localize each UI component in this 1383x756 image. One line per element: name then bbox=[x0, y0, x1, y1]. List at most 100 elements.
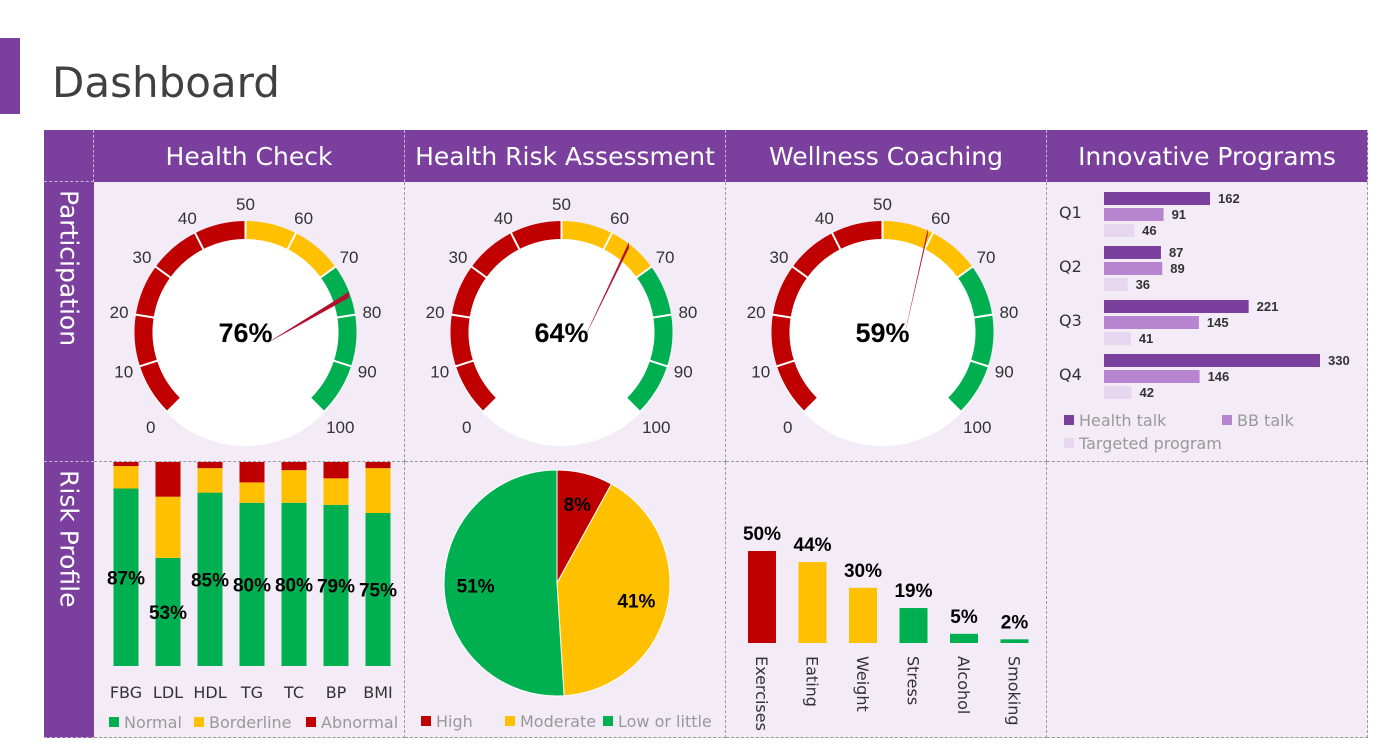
legend-swatch-high bbox=[421, 716, 431, 726]
gauge-segment bbox=[134, 314, 158, 367]
bar-health-talk bbox=[1104, 354, 1320, 367]
gauge-tick-label: 80 bbox=[362, 303, 381, 322]
bar-data-label: 75% bbox=[359, 581, 397, 602]
row-header-participation-label: Participation bbox=[54, 190, 84, 347]
bar-value-label: 146 bbox=[1208, 369, 1230, 384]
stacked-bar-borderline bbox=[155, 496, 181, 558]
legend-swatch-borderline bbox=[194, 717, 204, 727]
category-label: Stress bbox=[904, 656, 923, 705]
legend-label: Targeted program bbox=[1078, 434, 1222, 453]
gauge-tick-label: 60 bbox=[294, 209, 313, 228]
legend-label: BB talk bbox=[1237, 411, 1295, 430]
wellness-risk-cell: 50% Exercises 44% Eating 30% Weight 19% Stress 5… bbox=[726, 462, 1047, 738]
health-check-stacked-bar-chart: 87% FBG 53% LDL 85% HDL 80% TG 80% TC 79% BP 75% BMI N… bbox=[107, 462, 398, 732]
bar-targeted-program bbox=[1104, 224, 1135, 237]
category-label: BP bbox=[326, 683, 347, 702]
title-accent-bar bbox=[0, 38, 20, 114]
bar-health-talk bbox=[1104, 246, 1161, 259]
gauge-tick-label: 10 bbox=[114, 363, 133, 382]
gauge-tick-label: 20 bbox=[747, 303, 766, 322]
corner-cell bbox=[44, 130, 94, 182]
gauge-tick-label: 90 bbox=[358, 363, 377, 382]
category-label: FBG bbox=[110, 683, 142, 702]
gauge-tick-label: 70 bbox=[656, 248, 675, 267]
hra-participation-cell: 0 10 20 30 40 50 60 70 80 90 100 64% bbox=[405, 182, 726, 462]
bar-value-label: 145 bbox=[1207, 315, 1229, 330]
category-label: Weight bbox=[853, 656, 872, 712]
pie-data-label: 41% bbox=[617, 592, 655, 613]
legend-label: Moderate bbox=[520, 712, 596, 731]
bar-value-label: 41 bbox=[1139, 331, 1153, 346]
stacked-bar-borderline bbox=[281, 470, 307, 503]
gauge-tick-label: 20 bbox=[110, 303, 129, 322]
bar-value-label: 330 bbox=[1328, 353, 1350, 368]
gauge-tick-label: 40 bbox=[494, 209, 513, 228]
bar-data-label: 30% bbox=[844, 561, 882, 582]
bar-data-label: 80% bbox=[233, 575, 271, 596]
pie-data-label: 51% bbox=[457, 577, 495, 598]
gauge-segment bbox=[970, 314, 994, 367]
category-label: TC bbox=[283, 683, 304, 702]
innovative-risk-cell-empty bbox=[1047, 462, 1368, 738]
bar-data-label: 2% bbox=[1001, 612, 1029, 633]
bar-targeted-program bbox=[1104, 332, 1131, 345]
row-header-risk-profile-label: Risk Profile bbox=[54, 470, 84, 608]
legend-swatch-targeted-program bbox=[1064, 438, 1074, 448]
legend-swatch-moderate bbox=[505, 716, 515, 726]
wellness-coaching-bar-chart: 50% Exercises 44% Eating 30% Weight 19% Stress 5… bbox=[743, 524, 1029, 731]
column-header-health-check: Health Check bbox=[94, 130, 405, 182]
gauge-segment bbox=[333, 314, 357, 367]
gauge-tick-label: 90 bbox=[674, 363, 693, 382]
health-check-risk-cell: 87% FBG 53% LDL 85% HDL 80% TG 80% TC 79% BP 75% BMI N… bbox=[94, 462, 405, 738]
legend-label: Abnormal bbox=[321, 713, 398, 732]
risk-bar bbox=[748, 551, 776, 643]
row-header-risk-profile: Risk Profile bbox=[44, 462, 94, 738]
bar-value-label: 91 bbox=[1172, 207, 1186, 222]
bar-bb-talk bbox=[1104, 262, 1163, 275]
stacked-bar-borderline bbox=[113, 466, 139, 489]
gauge-tick-label: 30 bbox=[769, 248, 788, 267]
gauge-tick-label: 80 bbox=[678, 303, 697, 322]
gauge-segment bbox=[450, 314, 474, 367]
bar-data-label: 79% bbox=[317, 576, 355, 597]
stacked-bar-abnormal bbox=[113, 462, 139, 467]
legend-label: Borderline bbox=[209, 713, 292, 732]
innovative-participation-cell: Q1 162 91 46 Q2 87 89 36 Q3 221 145 41 Q4 330 146 42 Hea… bbox=[1047, 182, 1368, 462]
legend-label: Health talk bbox=[1079, 411, 1167, 430]
category-label: LDL bbox=[153, 683, 183, 702]
bar-bb-talk bbox=[1104, 370, 1200, 383]
gauge-segment bbox=[649, 314, 673, 367]
bar-value-label: 42 bbox=[1139, 385, 1153, 400]
participation-gauge-wellness-coaching: 0 10 20 30 40 50 60 70 80 90 100 59% bbox=[747, 195, 1018, 446]
gauge-tick-label: 40 bbox=[815, 209, 834, 228]
quarter-label: Q2 bbox=[1059, 257, 1082, 276]
legend-swatch-low-or-little bbox=[603, 716, 613, 726]
wellness-participation-cell: 0 10 20 30 40 50 60 70 80 90 100 59% bbox=[726, 182, 1047, 462]
stacked-bar-borderline bbox=[239, 482, 265, 503]
gauge-segment bbox=[771, 314, 795, 367]
row-header-participation: Participation bbox=[44, 182, 94, 462]
gauge-tick-label: 30 bbox=[132, 248, 151, 267]
participation-gauge-health-check: 0 10 20 30 40 50 60 70 80 90 100 76% bbox=[110, 195, 381, 446]
risk-bar bbox=[1000, 639, 1029, 643]
bar-data-label: 50% bbox=[743, 524, 781, 545]
hra-risk-cell: 8% 41% 51% High Moderate Low or little bbox=[405, 462, 726, 738]
bar-targeted-program bbox=[1104, 386, 1132, 399]
category-label: Exercises bbox=[752, 656, 771, 731]
legend-label: Low or little bbox=[618, 712, 712, 731]
bar-value-label: 89 bbox=[1170, 261, 1184, 276]
participation-gauge-hra: 0 10 20 30 40 50 60 70 80 90 100 64% bbox=[426, 195, 697, 446]
risk-bar bbox=[798, 562, 827, 643]
stacked-bar-abnormal bbox=[155, 462, 181, 497]
dashboard-grid: Health Check Health Risk Assessment Well… bbox=[44, 130, 1368, 738]
gauge-tick-label: 60 bbox=[610, 209, 629, 228]
gauge-tick-label: 0 bbox=[462, 418, 471, 437]
bar-value-label: 46 bbox=[1142, 223, 1156, 238]
stacked-bar-abnormal bbox=[281, 462, 307, 471]
bar-bb-talk bbox=[1104, 208, 1164, 221]
bar-value-label: 36 bbox=[1136, 277, 1150, 292]
bar-targeted-program bbox=[1104, 278, 1128, 291]
bar-health-talk bbox=[1104, 192, 1211, 205]
gauge-tick-label: 0 bbox=[146, 418, 155, 437]
stacked-bar-abnormal bbox=[197, 462, 223, 469]
